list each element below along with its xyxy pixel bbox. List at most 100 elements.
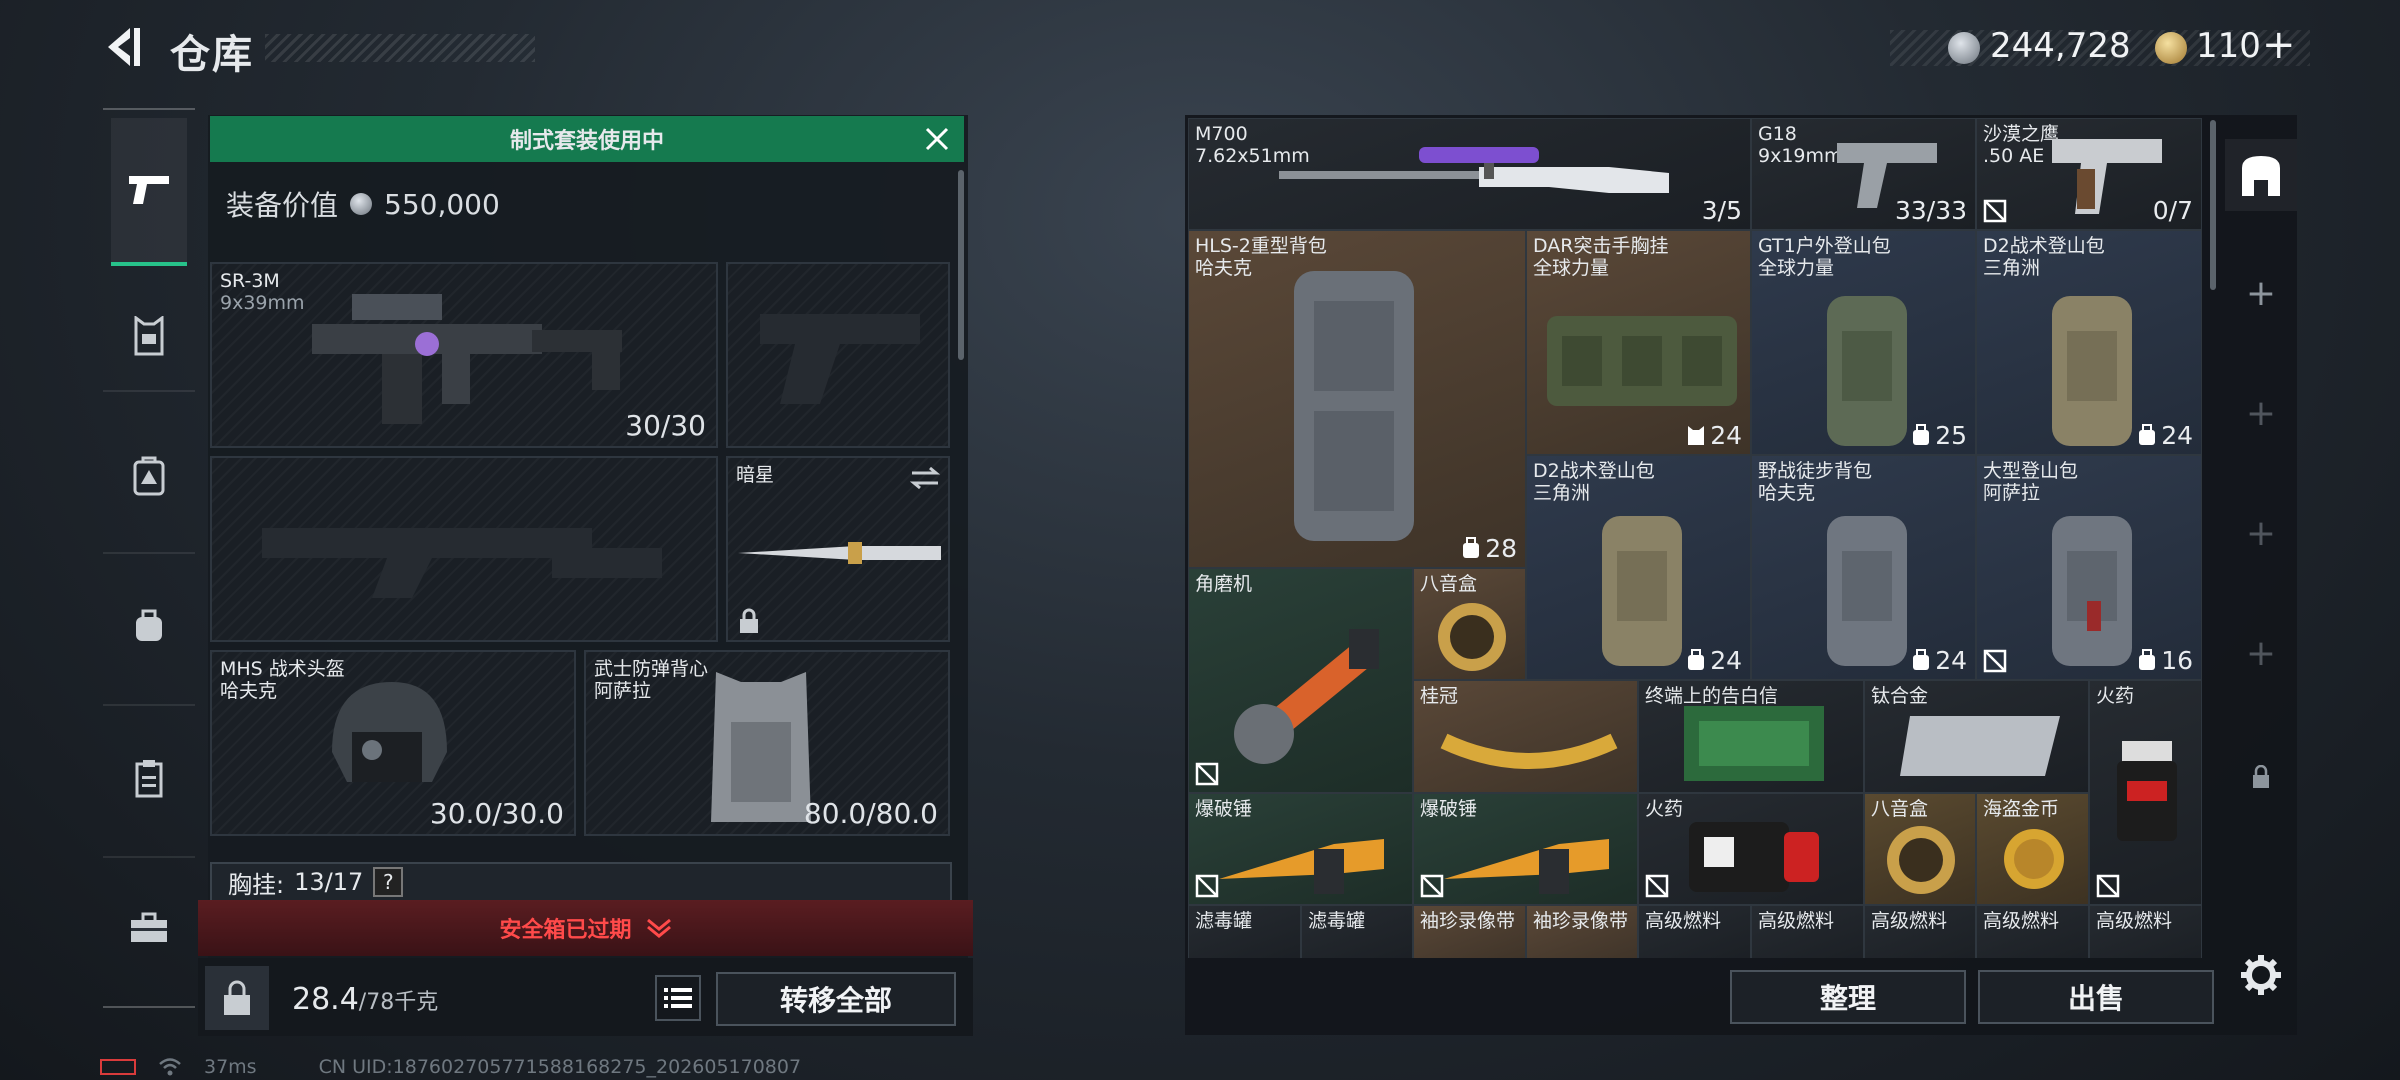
rifle-image [312, 294, 622, 424]
no-sale-icon [1420, 874, 1444, 898]
item-name: 爆破锤 [1195, 798, 1253, 820]
chest-rig-row[interactable]: 胸挂: 13/17 ? [210, 862, 952, 902]
melee-slot[interactable]: 暗星 [726, 456, 950, 642]
transfer-all-button[interactable]: 转移全部 [716, 972, 956, 1026]
stash-item[interactable]: 滤毒罐 [1188, 905, 1301, 958]
nav-weapons[interactable] [111, 118, 187, 266]
backpack-small-icon [1913, 649, 1929, 670]
item-name: 钛合金 [1871, 685, 1929, 707]
no-sale-icon [2096, 874, 2120, 898]
stash-item[interactable]: 火药 [1638, 793, 1864, 905]
add-page-button[interactable]: + [2225, 497, 2297, 569]
stash-item[interactable]: 高级燃料 [2089, 905, 2202, 958]
stash-item[interactable]: 爆破锤 [1413, 793, 1638, 905]
secondary-weapon-slot[interactable] [210, 456, 718, 642]
angle-grinder-image [1234, 629, 1379, 764]
stash-item[interactable]: 大型登山包 阿萨拉 16 [1976, 455, 2202, 680]
weight-max: /78千克 [358, 990, 439, 1015]
stash-item[interactable]: 终端上的告白信 [1638, 680, 1864, 793]
item-name: 大型登山包 [1983, 460, 2079, 482]
close-icon[interactable] [922, 124, 952, 154]
stash-item[interactable]: HLS-2重型背包 哈夫克 28 [1188, 230, 1526, 568]
back-button[interactable] [100, 22, 150, 72]
stash-item[interactable]: 钛合金 [1864, 680, 2089, 793]
stash-item[interactable]: 桂冠 [1413, 680, 1638, 793]
stash-item[interactable]: G18 9x19mm 33/33 [1751, 118, 1976, 230]
add-page-button[interactable]: + [2225, 617, 2297, 689]
item-count: 25 [1935, 421, 1967, 450]
item-name: 火药 [2096, 685, 2135, 707]
stash-item[interactable]: M700 7.62x51mm 3/5 [1188, 118, 1751, 230]
stash-pages-rail: + + + + [2225, 115, 2297, 1035]
settings-button[interactable] [2225, 939, 2297, 1011]
item-sub: 三角洲 [1533, 482, 1591, 504]
add-gold-button[interactable]: + [2262, 22, 2296, 68]
stash-item[interactable]: 八音盒 [1413, 568, 1526, 680]
stash-item[interactable]: D2战术登山包 三角洲 24 [1526, 455, 1751, 680]
add-page-button[interactable]: + [2225, 377, 2297, 449]
nav-pouch[interactable] [111, 588, 187, 664]
stash-item[interactable]: 野战徒步背包 哈夫克 24 [1751, 455, 1976, 680]
gunpowder-jar-image [2117, 741, 2177, 841]
stash-item[interactable]: 海盗金币 [1976, 793, 2089, 905]
armor-slot[interactable]: 武士防弹背心 阿萨拉 80.0/80.0 [584, 650, 950, 836]
backpack-image [1602, 516, 1682, 666]
stash-home-tab[interactable] [2225, 139, 2297, 211]
item-sub: 哈夫克 [1195, 257, 1253, 279]
item-sub: 全球力量 [1758, 257, 1835, 279]
weapon-name: SR-3M [220, 270, 280, 292]
helmet-durability: 30.0/30.0 [429, 797, 564, 830]
sort-button[interactable]: 整理 [1730, 970, 1966, 1024]
stash-item[interactable]: 八音盒 [1864, 793, 1976, 905]
weight-lock-button[interactable] [205, 966, 269, 1030]
stash-item[interactable]: 角磨机 [1188, 568, 1413, 793]
no-sale-icon [1983, 199, 2007, 223]
nav-divider [103, 108, 195, 110]
backpack-small-icon [2139, 649, 2155, 670]
nav-armor[interactable] [111, 298, 187, 374]
swap-icon[interactable] [910, 466, 940, 490]
stash-item[interactable]: 爆破锤 [1188, 793, 1413, 905]
stash-item[interactable]: 高级燃料 [1976, 905, 2089, 958]
sell-button[interactable]: 出售 [1978, 970, 2214, 1024]
item-count: 0/7 [2152, 196, 2193, 225]
nav-toolbox[interactable] [111, 890, 187, 966]
item-sub: .50 AE [1983, 145, 2045, 167]
stash-item[interactable]: 沙漠之鹰 .50 AE 0/7 [1976, 118, 2202, 230]
list-view-button[interactable] [655, 975, 701, 1021]
item-sub: 哈夫克 [1758, 482, 1816, 504]
helmet-slot[interactable]: MHS 战术头盔 哈夫克 30.0/30.0 [210, 650, 576, 836]
item-name: 海盗金币 [1983, 798, 2060, 820]
pistol-slot[interactable] [726, 262, 950, 448]
stash-item[interactable]: 袖珍录像带 [1526, 905, 1638, 958]
nav-backpack[interactable] [111, 438, 187, 514]
item-name: DAR突击手胸挂 [1533, 235, 1669, 257]
item-sub: 全球力量 [1533, 257, 1610, 279]
silver-amount: 244,728 [1990, 26, 2131, 66]
stash-item[interactable]: DAR突击手胸挂 全球力量 24 [1526, 230, 1751, 455]
item-count: 33/33 [1894, 196, 1967, 225]
loadout-scrollbar[interactable] [958, 170, 964, 360]
gold-amount: 110 [2196, 26, 2261, 66]
stash-item[interactable]: 高级燃料 [1751, 905, 1864, 958]
stash-item[interactable]: 滤毒罐 [1301, 905, 1413, 958]
stash-scrollbar[interactable] [2210, 120, 2216, 290]
help-icon[interactable]: ? [373, 867, 404, 897]
stash-item[interactable]: 火药 [2089, 680, 2202, 905]
nav-container[interactable] [111, 740, 187, 816]
item-count: 24 [1710, 421, 1742, 450]
stash-item[interactable]: 袖珍录像带 [1413, 905, 1526, 958]
item-count: 24 [1935, 646, 1967, 675]
stash-item[interactable]: 高级燃料 [1864, 905, 1976, 958]
knife-image [738, 542, 941, 564]
primary-weapon-slot[interactable]: SR-3M 9x39mm 30/30 [210, 262, 718, 448]
add-page-button[interactable]: + [2225, 257, 2297, 329]
stash-item[interactable]: GT1户外登山包 全球力量 25 [1751, 230, 1976, 455]
stash-item[interactable]: 高级燃料 [1638, 905, 1751, 958]
helmet-brand: 哈夫克 [220, 680, 278, 702]
stash-item[interactable]: D2战术登山包 三角洲 24 [1976, 230, 2202, 455]
nav-divider [103, 390, 195, 392]
pistol-placeholder-icon [760, 314, 920, 404]
locked-page[interactable] [2225, 741, 2297, 813]
safe-box-expired[interactable]: 安全箱已过期 [198, 900, 973, 956]
